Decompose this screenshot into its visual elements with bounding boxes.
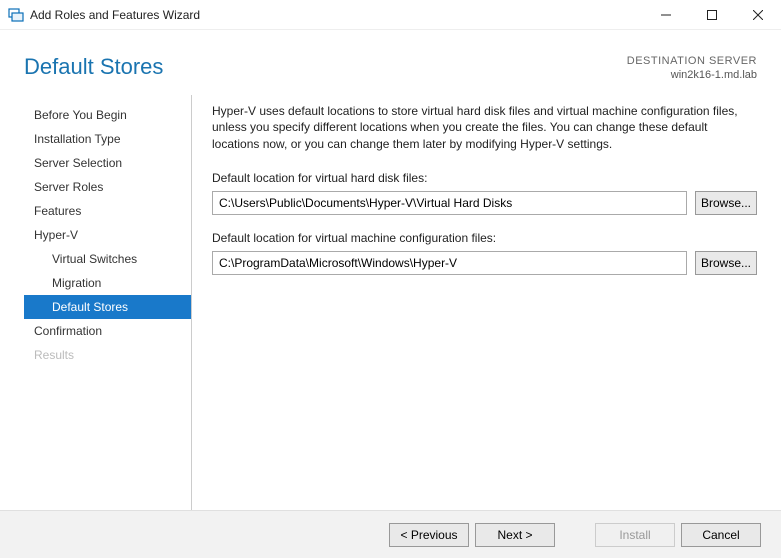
vhd-location-input[interactable] (212, 191, 687, 215)
sidebar-item-virtual-switches[interactable]: Virtual Switches (24, 247, 191, 271)
sidebar-item-features[interactable]: Features (24, 199, 191, 223)
vm-config-browse-button[interactable]: Browse... (695, 251, 757, 275)
page-title: Default Stores (24, 54, 163, 80)
titlebar: Add Roles and Features Wizard (0, 0, 781, 30)
minimize-button[interactable] (643, 0, 689, 30)
sidebar-item-before-you-begin[interactable]: Before You Begin (24, 103, 191, 127)
sidebar-item-migration[interactable]: Migration (24, 271, 191, 295)
destination-server: DESTINATION SERVER win2k16-1.md.lab (627, 54, 757, 83)
intro-text: Hyper-V uses default locations to store … (212, 103, 752, 153)
window-title: Add Roles and Features Wizard (30, 8, 200, 22)
sidebar-item-server-roles[interactable]: Server Roles (24, 175, 191, 199)
install-button[interactable]: Install (595, 523, 675, 547)
cancel-button[interactable]: Cancel (681, 523, 761, 547)
previous-button[interactable]: < Previous (389, 523, 469, 547)
vm-config-location-label: Default location for virtual machine con… (212, 231, 757, 245)
sidebar-item-server-selection[interactable]: Server Selection (24, 151, 191, 175)
window-controls (643, 0, 781, 30)
sidebar-item-installation-type[interactable]: Installation Type (24, 127, 191, 151)
sidebar-item-hyper-v[interactable]: Hyper-V (24, 223, 191, 247)
wizard-header: Default Stores DESTINATION SERVER win2k1… (0, 30, 781, 95)
maximize-button[interactable] (689, 0, 735, 30)
close-button[interactable] (735, 0, 781, 30)
wizard-content: Hyper-V uses default locations to store … (192, 95, 757, 510)
vm-config-location-input[interactable] (212, 251, 687, 275)
vhd-location-label: Default location for virtual hard disk f… (212, 171, 757, 185)
vhd-browse-button[interactable]: Browse... (695, 191, 757, 215)
next-button[interactable]: Next > (475, 523, 555, 547)
wizard-steps-sidebar: Before You Begin Installation Type Serve… (24, 95, 192, 510)
sidebar-item-default-stores[interactable]: Default Stores (24, 295, 191, 319)
sidebar-item-results: Results (24, 343, 191, 367)
destination-value: win2k16-1.md.lab (627, 68, 757, 82)
wizard-footer: < Previous Next > Install Cancel (0, 510, 781, 558)
server-manager-icon (8, 7, 24, 23)
destination-label: DESTINATION SERVER (627, 54, 757, 68)
sidebar-item-confirmation[interactable]: Confirmation (24, 319, 191, 343)
